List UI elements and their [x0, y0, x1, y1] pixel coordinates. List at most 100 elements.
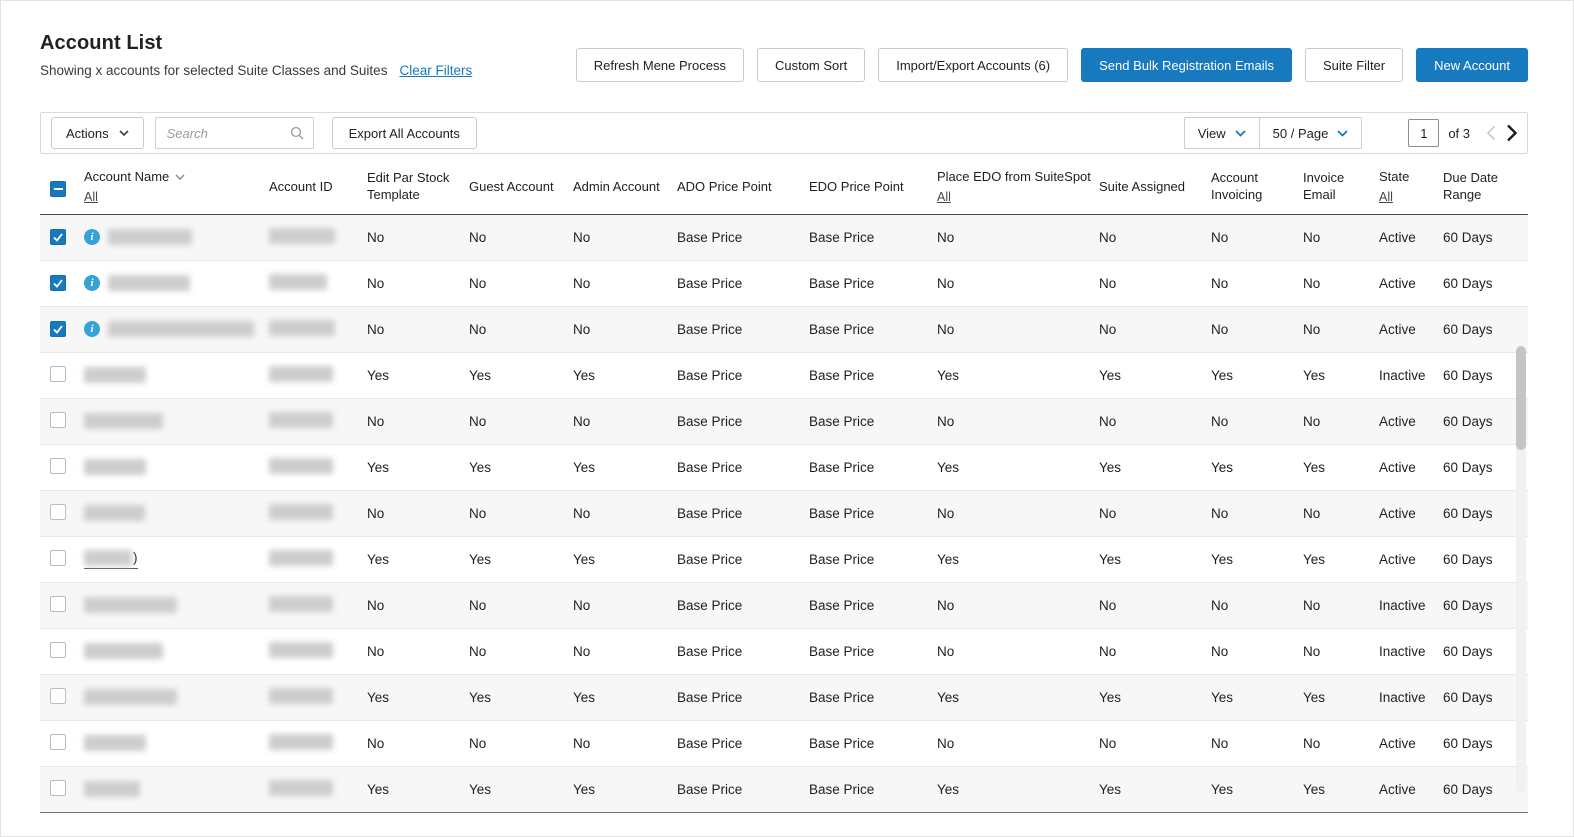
account-name-link[interactable]: ) [84, 549, 138, 569]
cell-account-invoicing: No [1211, 720, 1303, 767]
cell-ado-price-point: Base Price [677, 260, 809, 307]
cell-state: Inactive [1379, 628, 1443, 675]
account-id-redacted [269, 549, 333, 566]
row-checkbox[interactable] [50, 595, 66, 612]
cell-admin-account: No [573, 720, 677, 767]
suite-filter-button[interactable]: Suite Filter [1304, 48, 1404, 82]
export-all-accounts-button[interactable]: Export All Accounts [331, 117, 477, 149]
custom-sort-button[interactable]: Custom Sort [756, 48, 866, 82]
row-checkbox[interactable] [50, 411, 66, 428]
cell-place-edo-from-suitespot: No [937, 490, 1099, 537]
row-checkbox[interactable] [50, 503, 66, 520]
search-input[interactable] [164, 124, 290, 142]
column-label: Due Date Range [1443, 170, 1498, 203]
scrollbar-thumb[interactable] [1516, 346, 1526, 450]
cell-account-name [84, 628, 269, 675]
chevron-down-icon [119, 130, 129, 136]
account-name-redacted[interactable] [84, 413, 163, 429]
sort-down-icon[interactable] [175, 174, 185, 181]
account-name-redacted[interactable] [84, 549, 132, 566]
account-name-redacted[interactable] [84, 781, 140, 797]
cell-account-invoicing: Yes [1211, 536, 1303, 583]
cell-account-name [84, 444, 269, 491]
row-checkbox[interactable] [50, 641, 66, 658]
cell-account-id [269, 582, 367, 629]
cell-admin-account: Yes [573, 352, 677, 399]
filter-all-account-name-link[interactable]: All [84, 189, 98, 205]
column-label: Suite Assigned [1099, 178, 1186, 194]
cell-edit-par-stock-template: No [367, 306, 469, 353]
column-header-edit-par-stock-template: Edit Par Stock Template [367, 161, 469, 215]
row-checkbox-cell [40, 260, 84, 307]
row-checkbox[interactable] [50, 457, 66, 474]
cell-account-name: ) [84, 536, 269, 583]
next-page-icon[interactable] [1506, 124, 1517, 142]
account-name-redacted[interactable] [84, 735, 146, 751]
vertical-scrollbar[interactable] [1516, 346, 1526, 793]
cell-invoice-email: No [1303, 720, 1379, 767]
filter-all-place-edo-link[interactable]: All [937, 189, 951, 205]
cell-edit-par-stock-template: No [367, 628, 469, 675]
cell-account-name [84, 398, 269, 445]
actions-dropdown[interactable]: Actions [51, 117, 144, 149]
send-bulk-registration-emails-button[interactable]: Send Bulk Registration Emails [1081, 48, 1292, 82]
row-checkbox[interactable] [50, 549, 66, 566]
account-name-redacted[interactable] [84, 459, 146, 475]
cell-place-edo-from-suitespot: Yes [937, 674, 1099, 721]
select-all-checkbox[interactable] [50, 180, 66, 197]
account-name-redacted[interactable] [108, 321, 254, 337]
cell-edit-par-stock-template: Yes [367, 766, 469, 813]
cell-state: Active [1379, 444, 1443, 491]
account-name-redacted[interactable] [84, 367, 146, 383]
cell-edit-par-stock-template: No [367, 582, 469, 629]
row-checkbox[interactable] [50, 687, 66, 704]
row-checkbox[interactable] [50, 779, 66, 796]
row-checkbox[interactable] [50, 365, 66, 382]
row-checkbox-cell [40, 490, 84, 537]
per-page-dropdown[interactable]: 50 / Page [1258, 118, 1362, 148]
account-name-redacted[interactable] [84, 505, 145, 521]
cell-invoice-email: No [1303, 214, 1379, 261]
cell-suite-assigned: No [1099, 306, 1211, 353]
info-icon[interactable]: i [84, 229, 100, 245]
clear-filters-link[interactable]: Clear Filters [399, 63, 472, 78]
account-id-redacted [269, 227, 335, 244]
view-dropdown[interactable]: View [1185, 118, 1259, 148]
import-export-accounts-button[interactable]: Import/Export Accounts (6) [878, 48, 1069, 82]
row-checkbox-cell [40, 582, 84, 629]
cell-place-edo-from-suitespot: No [937, 306, 1099, 353]
row-checkbox-cell [40, 352, 84, 399]
cell-admin-account: Yes [573, 444, 677, 491]
toolbar-right: View 50 / Page of 3 [1183, 117, 1517, 149]
account-name-redacted[interactable] [108, 275, 190, 291]
cell-suite-assigned: Yes [1099, 352, 1211, 399]
page-number-input[interactable] [1408, 119, 1440, 147]
cell-ado-price-point: Base Price [677, 720, 809, 767]
refresh-mene-process-button[interactable]: Refresh Mene Process [575, 48, 744, 82]
cell-edit-par-stock-template: No [367, 490, 469, 537]
column-header-account-name[interactable]: Account Name All [84, 161, 269, 215]
account-name-redacted[interactable] [108, 229, 192, 245]
row-checkbox[interactable] [50, 275, 66, 291]
cell-admin-account: Yes [573, 536, 677, 583]
account-name-redacted[interactable] [84, 643, 163, 659]
account-id-redacted [269, 733, 333, 750]
cell-edo-price-point: Base Price [809, 674, 937, 721]
info-icon[interactable]: i [84, 275, 100, 291]
search-icon [290, 126, 304, 140]
row-checkbox[interactable] [50, 229, 66, 245]
cell-guest-account: Yes [469, 352, 573, 399]
new-account-button[interactable]: New Account [1416, 48, 1528, 82]
filter-all-state-link[interactable]: All [1379, 189, 1393, 205]
previous-page-icon[interactable] [1486, 125, 1496, 141]
account-name-redacted[interactable] [84, 597, 177, 613]
column-header-place-edo-from-suitespot: Place EDO from SuiteSpot All [937, 161, 1099, 215]
cell-guest-account: Yes [469, 444, 573, 491]
row-checkbox[interactable] [50, 733, 66, 750]
info-icon[interactable]: i [84, 321, 100, 337]
cell-edit-par-stock-template: No [367, 214, 469, 261]
subtitle-row: Showing x accounts for selected Suite Cl… [40, 61, 472, 80]
cell-due-date-range: 60 Days [1443, 214, 1528, 261]
row-checkbox[interactable] [50, 321, 66, 337]
account-name-redacted[interactable] [84, 689, 177, 705]
